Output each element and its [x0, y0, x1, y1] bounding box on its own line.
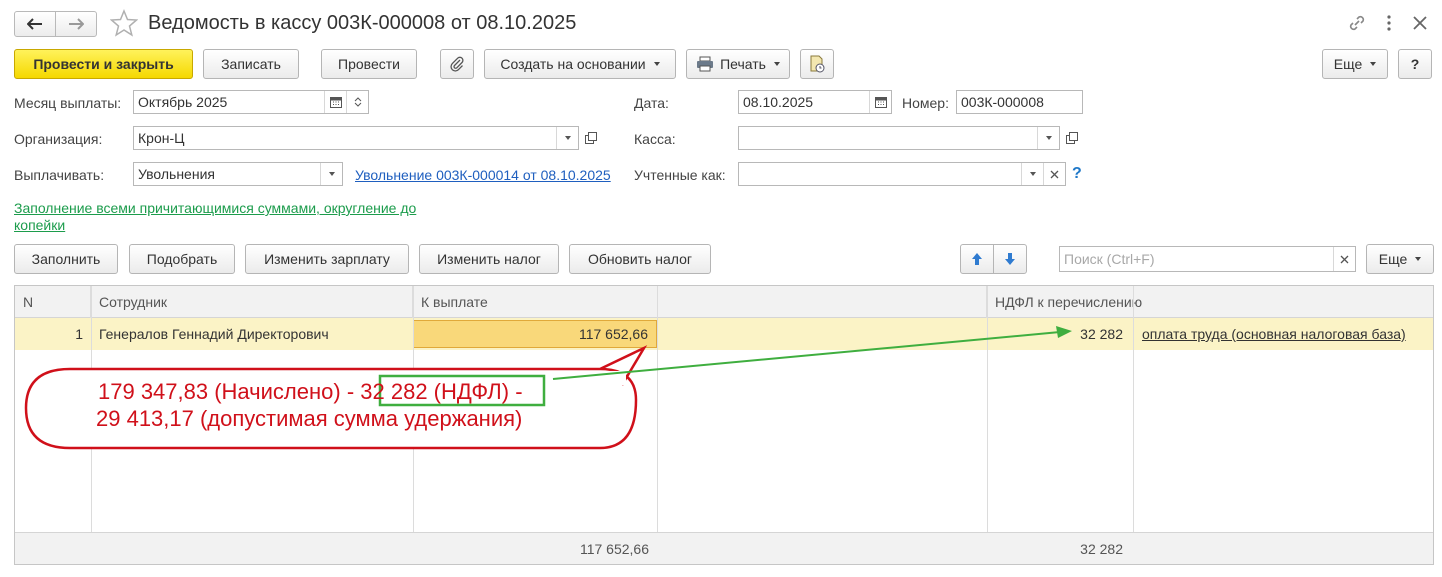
annotation-line-1: 179 347,83 (Начислено) - 32 282 (НДФЛ) -: [98, 379, 523, 405]
annotation-accrued: 179 347,83 (Начислено) -: [98, 379, 361, 404]
annotation-line-2: 29 413,17 (допустимая сумма удержания): [96, 406, 523, 431]
annotation-minus: -: [509, 379, 523, 404]
annotation-ndfl: 32 282 (НДФЛ): [360, 379, 510, 404]
annotation-overlay: [24, 326, 1072, 450]
annotation-arrow-head: [1056, 326, 1072, 338]
